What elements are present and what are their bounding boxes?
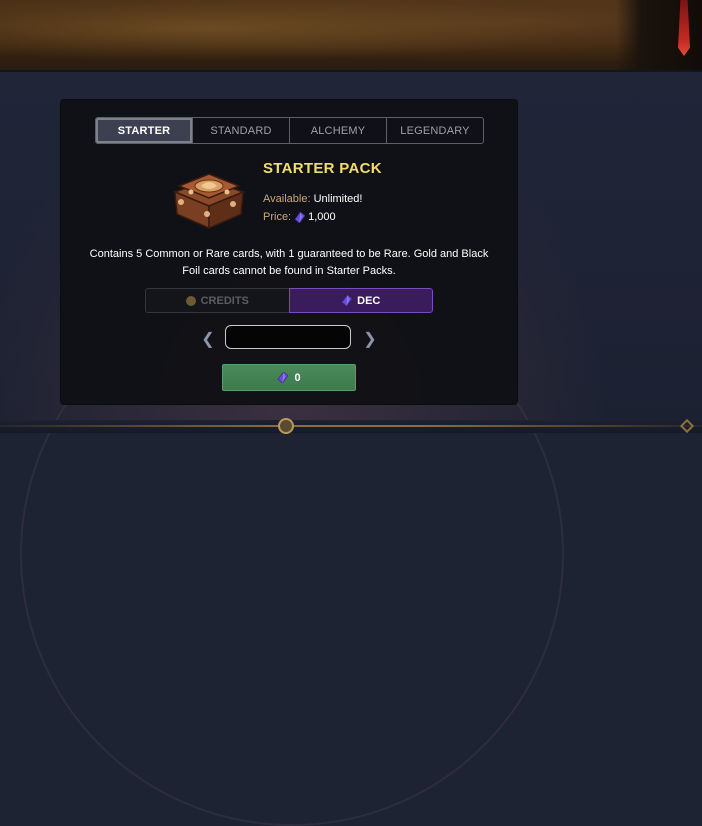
- pack-description: Contains 5 Common or Rare cards, with 1 …: [89, 248, 489, 277]
- dec-option[interactable]: DEC: [288, 288, 433, 313]
- pack-purchase-panel: STARTER STANDARD ALCHEMY LEGENDARY START…: [61, 100, 517, 404]
- pack-type-tabs: STARTER STANDARD ALCHEMY LEGENDARY: [95, 117, 484, 144]
- price-value: 1,000: [308, 211, 336, 223]
- pack-chest-icon: [172, 173, 246, 230]
- rail-line: [0, 425, 702, 427]
- quantity-selector: ❮ ❯: [199, 325, 379, 353]
- rail-jewel-icon: [278, 418, 294, 434]
- footer-rail: [0, 418, 702, 434]
- dec-label: DEC: [357, 294, 381, 307]
- credits-label: CREDITS: [200, 294, 249, 307]
- rail-end-ornament-icon: [679, 418, 695, 434]
- dec-gem-icon: [341, 295, 353, 306]
- header-artwork: [0, 0, 702, 72]
- decrease-arrow-icon[interactable]: ❮: [201, 330, 215, 348]
- buy-total: 0: [294, 371, 301, 384]
- pack-title: STARTER PACK: [263, 160, 382, 177]
- tab-alchemy[interactable]: ALCHEMY: [289, 118, 386, 143]
- quantity-input[interactable]: [225, 325, 351, 349]
- tab-standard[interactable]: STANDARD: [192, 118, 289, 143]
- currency-toggle: CREDITS DEC: [145, 288, 433, 313]
- credits-coin-icon: [185, 295, 196, 306]
- tab-starter[interactable]: STARTER: [96, 118, 192, 143]
- increase-arrow-icon[interactable]: ❯: [363, 330, 377, 348]
- tab-legendary[interactable]: LEGENDARY: [386, 118, 483, 143]
- dec-gem-icon: [294, 211, 306, 223]
- dec-gem-icon: [277, 372, 289, 383]
- available-label: Available:: [263, 193, 311, 205]
- price-row: Price: 1,000: [263, 211, 336, 223]
- price-label: Price:: [263, 211, 292, 223]
- buy-button[interactable]: 0: [222, 364, 356, 391]
- available-value: Unlimited!: [313, 193, 363, 205]
- availability-row: Available: Unlimited!: [263, 193, 362, 205]
- credits-option[interactable]: CREDITS: [145, 288, 289, 313]
